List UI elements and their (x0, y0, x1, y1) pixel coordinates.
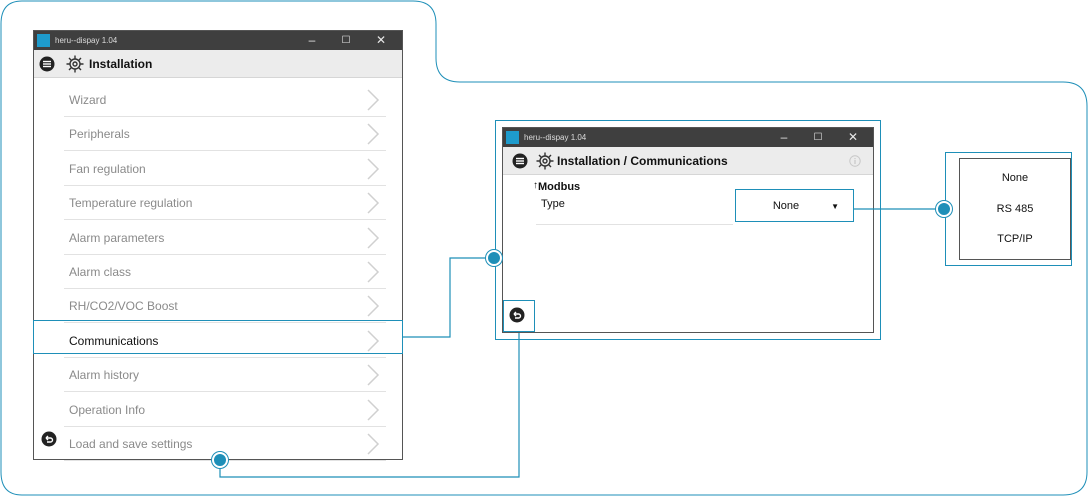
dropdown-value: None (772, 200, 800, 212)
menu-item-label: Alarm parameters (69, 230, 165, 245)
chevron-right-icon (367, 89, 380, 111)
minimize-button[interactable]: – (296, 31, 328, 50)
page-title: Installation (89, 57, 153, 71)
app-icon (506, 131, 519, 144)
menu-icon[interactable] (512, 153, 528, 169)
info-icon[interactable] (849, 155, 861, 167)
menu-item-alarm-history[interactable]: Alarm history (64, 358, 386, 393)
page-header: Installation (34, 50, 402, 78)
menu-item-fan-regulation[interactable]: Fan regulation (64, 152, 386, 186)
window-title: heru--dispay 1.04 (55, 36, 118, 45)
chevron-right-icon (367, 295, 380, 317)
row-divider (536, 224, 733, 225)
menu-item-label: Alarm history (69, 368, 140, 383)
chevron-right-icon (367, 261, 380, 283)
section-title-modbus: Modbus (538, 181, 581, 193)
option-rs485[interactable]: RS 485 (960, 203, 1070, 215)
menu-item-wizard[interactable]: Wizard (64, 83, 386, 117)
type-dropdown[interactable]: None ▼ (735, 189, 854, 222)
window-title: heru--dispay 1.04 (524, 133, 587, 142)
menu-item-label: Peripherals (69, 127, 130, 142)
app-icon (37, 34, 50, 47)
title-bar: heru--dispay 1.04 – ☐ ✕ (503, 128, 873, 147)
connector-dot (936, 201, 952, 217)
menu-item-alarm-class[interactable]: Alarm class (64, 255, 386, 289)
connector-dot (212, 452, 228, 468)
menu-item-label: RH/CO2/VOC Boost (69, 299, 178, 314)
menu-item-label: Temperature regulation (69, 196, 193, 211)
page-title: Installation / Communications (557, 154, 728, 168)
menu-item-rh-co2-voc-boost[interactable]: RH/CO2/VOC Boost (64, 289, 386, 324)
installation-window: heru--dispay 1.04 – ☐ ✕ Installation Wiz… (33, 30, 403, 461)
chevron-right-icon (367, 192, 380, 214)
menu-item-label: Load and save settings (69, 437, 193, 451)
title-bar: heru--dispay 1.04 – ☐ ✕ (34, 31, 402, 50)
close-button[interactable]: ✕ (365, 31, 397, 50)
maximize-button[interactable]: ☐ (330, 31, 362, 50)
chevron-right-icon (367, 364, 380, 386)
menu-item-alarm-parameters[interactable]: Alarm parameters (64, 221, 386, 255)
page-header: Installation / Communications (503, 147, 873, 175)
maximize-button[interactable]: ☐ (802, 128, 834, 147)
chevron-right-icon (367, 123, 380, 145)
chevron-down-icon: ▼ (831, 202, 839, 211)
type-options-list: None RS 485 TCP/IP (959, 158, 1071, 260)
option-tcpip[interactable]: TCP/IP (960, 233, 1070, 245)
menu-item-label: Alarm class (69, 265, 132, 279)
chevron-right-icon (367, 227, 380, 249)
menu-item-peripherals[interactable]: Peripherals (64, 117, 386, 152)
menu-item-label: Fan regulation (69, 161, 146, 176)
type-label: Type (541, 198, 565, 210)
menu-item-operation-info[interactable]: Operation Info (64, 393, 386, 427)
gear-icon (66, 55, 84, 73)
chevron-right-icon (367, 433, 380, 455)
close-button[interactable]: ✕ (837, 128, 869, 147)
option-none[interactable]: None (960, 172, 1070, 184)
gear-icon (536, 152, 554, 170)
chevron-right-icon (367, 399, 380, 421)
menu-item-label: Operation Info (69, 402, 146, 417)
back-button-highlight (503, 300, 535, 332)
connector-dot (486, 250, 502, 266)
collapse-arrow-icon[interactable]: ↑ (533, 180, 538, 191)
back-icon[interactable] (41, 431, 57, 447)
chevron-right-icon (367, 158, 380, 180)
minimize-button[interactable]: – (768, 128, 800, 147)
menu-icon[interactable] (39, 56, 55, 72)
menu-item-temperature-regulation[interactable]: Temperature regulation (64, 186, 386, 221)
menu-item-label: Wizard (69, 93, 107, 107)
communications-window: heru--dispay 1.04 – ☐ ✕ Installation / C… (502, 127, 874, 333)
active-item-highlight (33, 320, 403, 354)
